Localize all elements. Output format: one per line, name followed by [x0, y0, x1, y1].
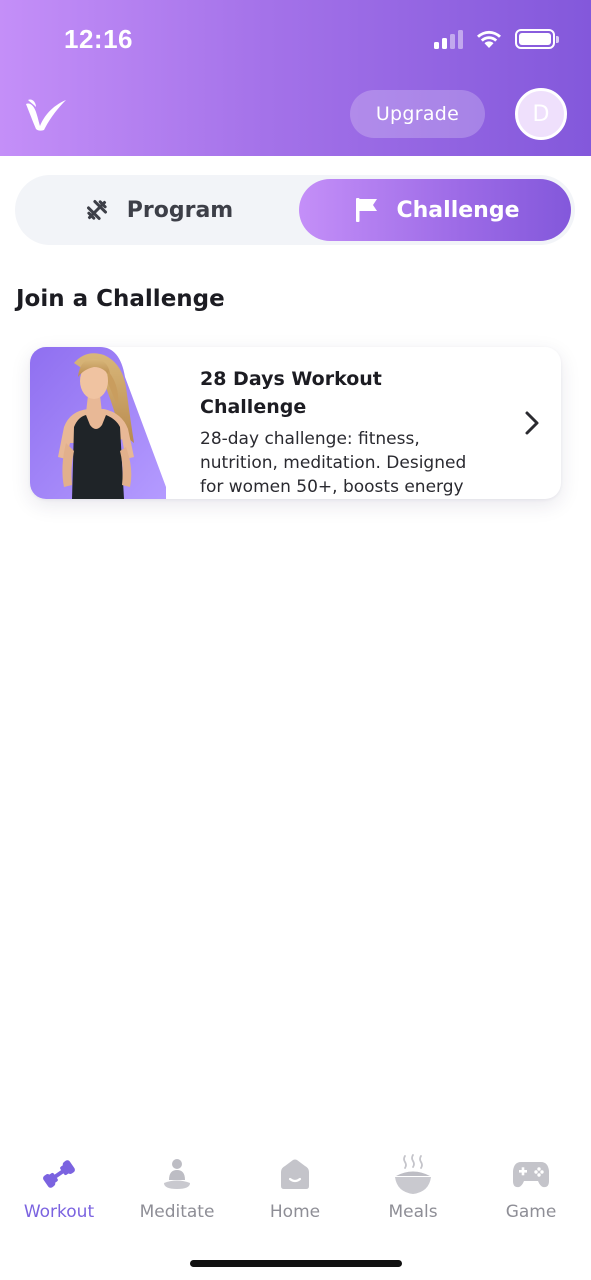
status-icons [434, 26, 559, 52]
section-title: Join a Challenge [16, 286, 225, 312]
avatar[interactable]: D [515, 88, 567, 140]
nav-home-label: Home [269, 1202, 321, 1222]
challenge-card[interactable]: 28 Days Workout Challenge 28-day challen… [30, 347, 561, 499]
tab-program-label: Program [126, 197, 234, 223]
meditation-icon [157, 1154, 197, 1194]
home-icon [275, 1154, 315, 1194]
nav-meals-label: Meals [388, 1202, 438, 1222]
app-header: 12:16 Upgrade D [0, 0, 591, 156]
battery-icon [515, 29, 559, 49]
bottom-navigation: Workout Meditate Home Meals Game [0, 1140, 591, 1240]
nav-workout-label: Workout [23, 1202, 95, 1222]
chevron-right-icon[interactable] [522, 409, 542, 437]
app-logo-icon [26, 99, 66, 131]
wifi-icon [477, 30, 501, 48]
bowl-icon [393, 1154, 433, 1194]
tab-challenge[interactable]: Challenge [299, 179, 571, 241]
challenge-title-line1: 28 Days Workout [200, 368, 382, 390]
nav-workout[interactable]: Workout [0, 1140, 118, 1230]
nav-game[interactable]: Game [472, 1140, 590, 1230]
challenge-description: 28-day challenge: fitness, nutrition, me… [200, 429, 467, 497]
flag-icon [351, 194, 383, 226]
nav-meals[interactable]: Meals [354, 1140, 472, 1230]
challenge-title: 28 Days Workout Challenge [200, 365, 410, 421]
nav-meditate[interactable]: Meditate [118, 1140, 236, 1230]
nav-home[interactable]: Home [236, 1140, 354, 1230]
home-indicator [190, 1260, 402, 1267]
dumbbell-icon [81, 194, 113, 226]
tab-challenge-label: Challenge [396, 197, 520, 223]
nav-meditate-label: Meditate [139, 1202, 215, 1222]
status-time: 12:16 [64, 24, 133, 54]
cellular-signal-icon [434, 29, 463, 49]
challenge-thumbnail [30, 347, 166, 499]
screen: 12:16 Upgrade D Program Challenge Join a… [0, 0, 591, 1280]
challenge-title-line2: Challenge [200, 396, 307, 418]
tab-program[interactable]: Program [19, 179, 295, 241]
program-challenge-tabs: Program Challenge [15, 175, 575, 245]
nav-game-label: Game [505, 1202, 557, 1222]
upgrade-button[interactable]: Upgrade [350, 90, 485, 138]
gamepad-icon [511, 1154, 551, 1194]
dumbbell-icon [39, 1154, 79, 1194]
